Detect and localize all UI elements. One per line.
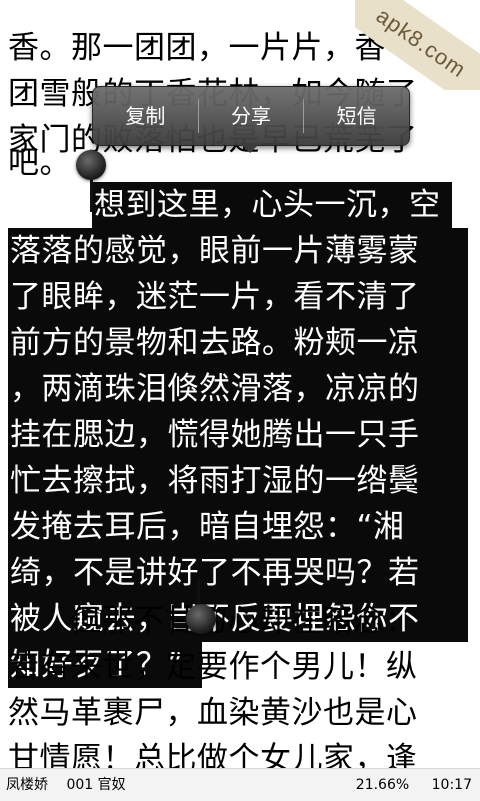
clock-time: 10:17 xyxy=(431,777,472,793)
selection-start-handle[interactable] xyxy=(76,150,106,180)
selected-text-line[interactable]: 落落的感觉，眼前一片薄雾蒙 xyxy=(8,228,468,274)
book-title: 凤楼娇 xyxy=(6,777,48,793)
status-right: 21.66% 10:17 xyxy=(338,769,472,801)
selected-text-line[interactable]: 了眼眸，迷茫一片，看不清了 xyxy=(8,274,468,320)
selected-text-line[interactable]: 绮，不是讲好了不再哭吗？若 xyxy=(8,550,468,596)
watermark-ribbon: apk8.com xyxy=(355,0,480,90)
selection-start-stem xyxy=(90,176,93,212)
reading-progress: 21.66% xyxy=(355,777,410,793)
selected-text-line[interactable]: 忙去擦拭，将雨打湿的一绺鬓 xyxy=(8,458,468,504)
copy-button[interactable]: 复制 xyxy=(93,87,198,145)
popup-pointer xyxy=(240,143,260,153)
watermark-text: apk8.com xyxy=(355,0,480,90)
text-line: 甘情愿！总比做个女儿家，逢 xyxy=(8,741,418,768)
selection-action-popup: 复制 分享 短信 xyxy=(92,86,410,146)
chapter-title: 001 官奴 xyxy=(66,777,126,793)
selected-text-line[interactable]: 挂在腮边，慌得她腾出一只手 xyxy=(8,412,468,458)
reader-page[interactable]: 香。那一团团，一片片，香 团雪般的丁香花林，如今随了 家门的败落怕也是早已荒芜了… xyxy=(0,0,480,768)
selection-end-handle[interactable] xyxy=(186,604,216,634)
text-line: 但那不甘的心却在暗念： xyxy=(70,603,417,639)
selected-text-line[interactable]: ，两滴珠泪倏然滑落，凉凉的 xyxy=(8,366,468,412)
text-line: 然马革裹尸，血染黄沙也是心 xyxy=(8,695,418,731)
status-left: 凤楼娇 001 官奴 xyxy=(6,769,126,801)
text-line: 若有来世，定要作个男儿！纵 xyxy=(8,649,418,685)
selected-text-line[interactable]: 前方的景物和去路。粉颊一凉 xyxy=(8,320,468,366)
sms-button[interactable]: 短信 xyxy=(304,87,409,145)
share-button[interactable]: 分享 xyxy=(199,87,304,145)
selected-text-line[interactable]: 发掩去耳后，暗自埋怨：“湘 xyxy=(8,504,468,550)
selected-text-line[interactable]: 想到这里，心头一沉，空 xyxy=(92,182,452,228)
reader-status-bar: 凤楼娇 001 官奴 21.66% 10:17 xyxy=(0,768,480,801)
